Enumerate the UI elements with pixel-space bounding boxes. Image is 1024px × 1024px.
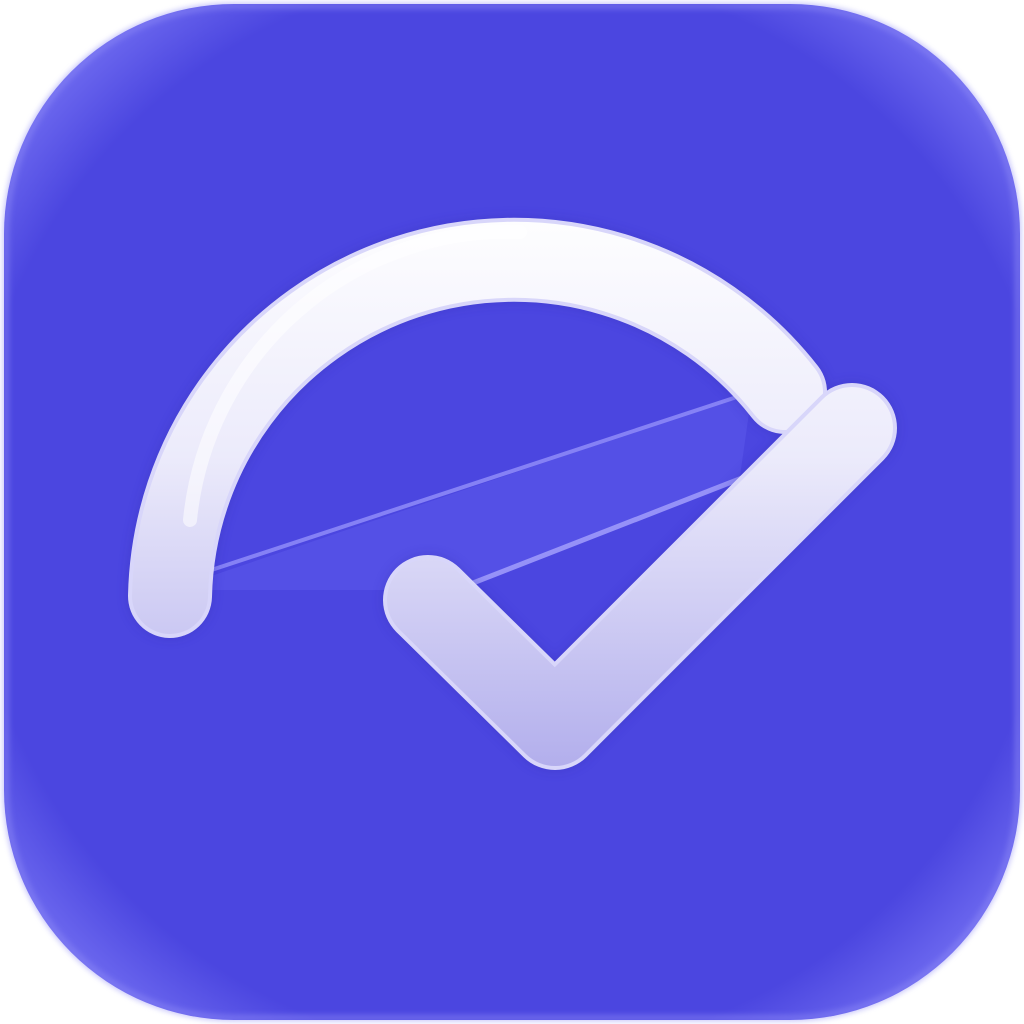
checkmark-gauge-icon (3, 3, 1021, 1021)
app-icon-canvas (0, 0, 1024, 1024)
